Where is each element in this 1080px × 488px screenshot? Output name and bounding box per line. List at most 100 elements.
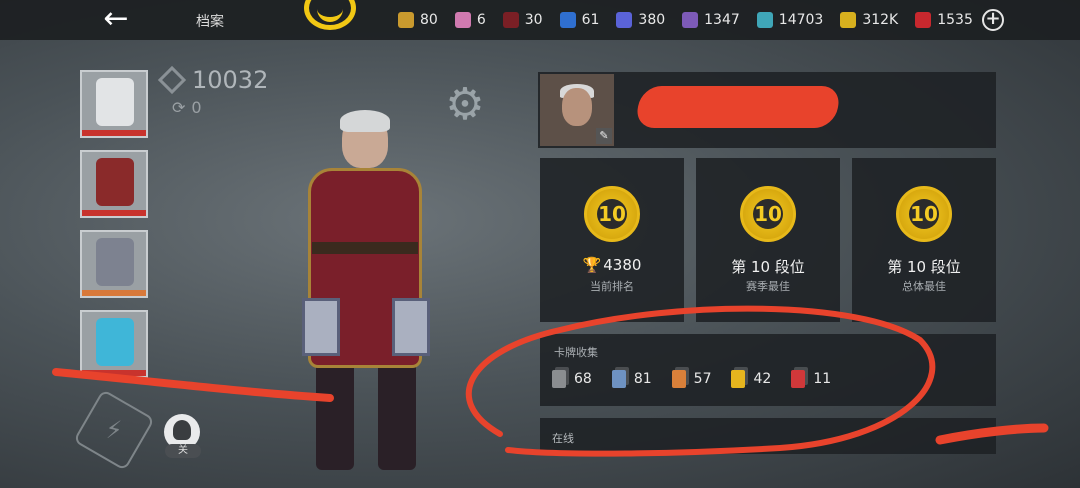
card-stack-icon	[731, 370, 746, 388]
redacted-player-name	[634, 86, 842, 128]
rank-badge-number: 10	[753, 199, 783, 229]
resource-value: 1535	[937, 12, 973, 28]
equipment-slot-ranged[interactable]	[80, 310, 148, 378]
purple-diamond-icon	[682, 12, 699, 28]
rank-badge-icon: 10	[740, 186, 796, 242]
resource-item: 312K	[840, 12, 898, 28]
resource-value: 14703	[778, 12, 824, 28]
equipment-slot-weapon[interactable]	[80, 230, 148, 298]
resource-item: 6	[454, 12, 486, 28]
rank-label: 赛季最佳	[746, 280, 790, 293]
page-title: 档案	[196, 14, 224, 30]
resource-value: 61	[581, 12, 600, 28]
profile-panel: ✎	[538, 72, 996, 148]
card-stack-icon	[671, 370, 686, 388]
hammer-icon	[96, 238, 134, 286]
equipment-slot-armor[interactable]	[80, 150, 148, 218]
rarity-bar	[82, 370, 146, 376]
blue-card-icon	[559, 12, 576, 28]
rarity-bar	[82, 290, 146, 296]
rank-card-overall-best[interactable]: 10 第 10 段位 总体最佳	[852, 158, 996, 322]
online-status-label: 在线	[552, 432, 574, 445]
refresh-icon: ⟳	[172, 98, 186, 117]
gold-coin-icon	[398, 12, 414, 28]
card-count-value: 42	[753, 371, 772, 387]
card-stack-icon	[791, 370, 806, 388]
rank-card-season-best[interactable]: 10 第 10 段位 赛季最佳	[696, 158, 840, 322]
rank-badge-icon: 10	[584, 186, 640, 242]
red-card-icon	[502, 12, 519, 28]
rarity-bar	[82, 210, 146, 216]
resource-value: 312K	[862, 12, 899, 28]
rank-value: 🏆 4380	[540, 256, 684, 274]
card-count-item: 81	[611, 370, 652, 388]
equipment-slot-helmet[interactable]	[80, 70, 148, 138]
power-rating: 10032	[157, 65, 269, 95]
avatar-face	[562, 88, 592, 126]
rank-label: 总体最佳	[902, 280, 946, 293]
back-arrow-icon[interactable]: ←	[96, 4, 136, 34]
rank-label: 当前排名	[590, 280, 634, 293]
rank-card-current[interactable]: 10 🏆 4380 当前排名	[540, 158, 684, 322]
resource-item: 380	[616, 12, 665, 28]
teal-orb-icon	[756, 12, 773, 28]
power-value: 10032	[192, 66, 269, 94]
card-count-item: 11	[791, 370, 831, 388]
resource-item: 1535	[915, 12, 973, 28]
sub-power-value: 0	[191, 98, 202, 117]
ruby-icon	[915, 12, 932, 28]
trophy-icon: 🏆	[582, 256, 602, 274]
card-count-item: 57	[671, 370, 712, 388]
skill-button[interactable]: ⚡	[73, 389, 155, 471]
resource-item: 14703	[756, 12, 824, 28]
helmet-icon	[96, 78, 134, 126]
blades-icon	[96, 318, 134, 366]
character-leg	[378, 360, 416, 470]
player-character	[280, 110, 450, 480]
card-stack-icon	[611, 370, 626, 388]
resource-bar: 80 6 30 61 380 1347 14703 312K 1535	[398, 0, 990, 40]
character-hammer	[392, 298, 430, 356]
character-belt	[312, 242, 418, 254]
resource-item: 30	[502, 12, 543, 28]
game-logo	[304, 0, 356, 30]
card-count-value: 68	[574, 371, 592, 387]
card-count-value: 11	[813, 371, 832, 387]
resource-value: 80	[420, 12, 438, 28]
avatar[interactable]: ✎	[540, 74, 614, 146]
card-collection-panel[interactable]: 卡牌收集 68 81 57 42 11	[540, 334, 996, 406]
resource-item: 80	[398, 12, 438, 28]
card-count-item: 68	[552, 370, 592, 388]
card-count-item: 42	[731, 370, 771, 388]
add-currency-button[interactable]: +	[982, 9, 1004, 31]
card-count-value: 57	[693, 371, 712, 387]
armor-icon	[96, 158, 134, 206]
rank-value-text: 4380	[603, 256, 642, 274]
rarity-bar	[82, 130, 146, 136]
resource-value: 30	[524, 12, 543, 28]
card-count-value: 81	[633, 371, 652, 387]
pink-ticket-icon	[454, 12, 471, 28]
toggle-label: 关	[165, 444, 201, 458]
card-counts: 68 81 57 42 11	[552, 370, 851, 388]
power-diamond-icon	[157, 65, 187, 95]
resource-item: 1347	[682, 12, 740, 28]
sub-power: ⟳ 0	[172, 98, 202, 117]
rank-badge-number: 10	[597, 199, 627, 229]
online-status-panel: 在线	[540, 418, 996, 454]
rank-value: 第 10 段位	[887, 258, 961, 276]
resource-value: 380	[638, 12, 666, 28]
rank-value: 第 10 段位	[731, 258, 805, 276]
character-hair	[340, 110, 390, 132]
gold-ring-icon	[840, 12, 857, 28]
resource-item: 61	[559, 12, 600, 28]
edit-pencil-icon[interactable]: ✎	[596, 128, 612, 144]
card-stack-icon	[552, 370, 566, 388]
hood-icon	[173, 420, 191, 440]
collection-title: 卡牌收集	[554, 346, 598, 359]
character-leg	[316, 360, 354, 470]
resource-value: 1347	[704, 12, 740, 28]
resource-value: 6	[476, 12, 486, 28]
clan-emblem-icon: ⚙	[445, 79, 485, 130]
character-hammer	[302, 298, 340, 356]
